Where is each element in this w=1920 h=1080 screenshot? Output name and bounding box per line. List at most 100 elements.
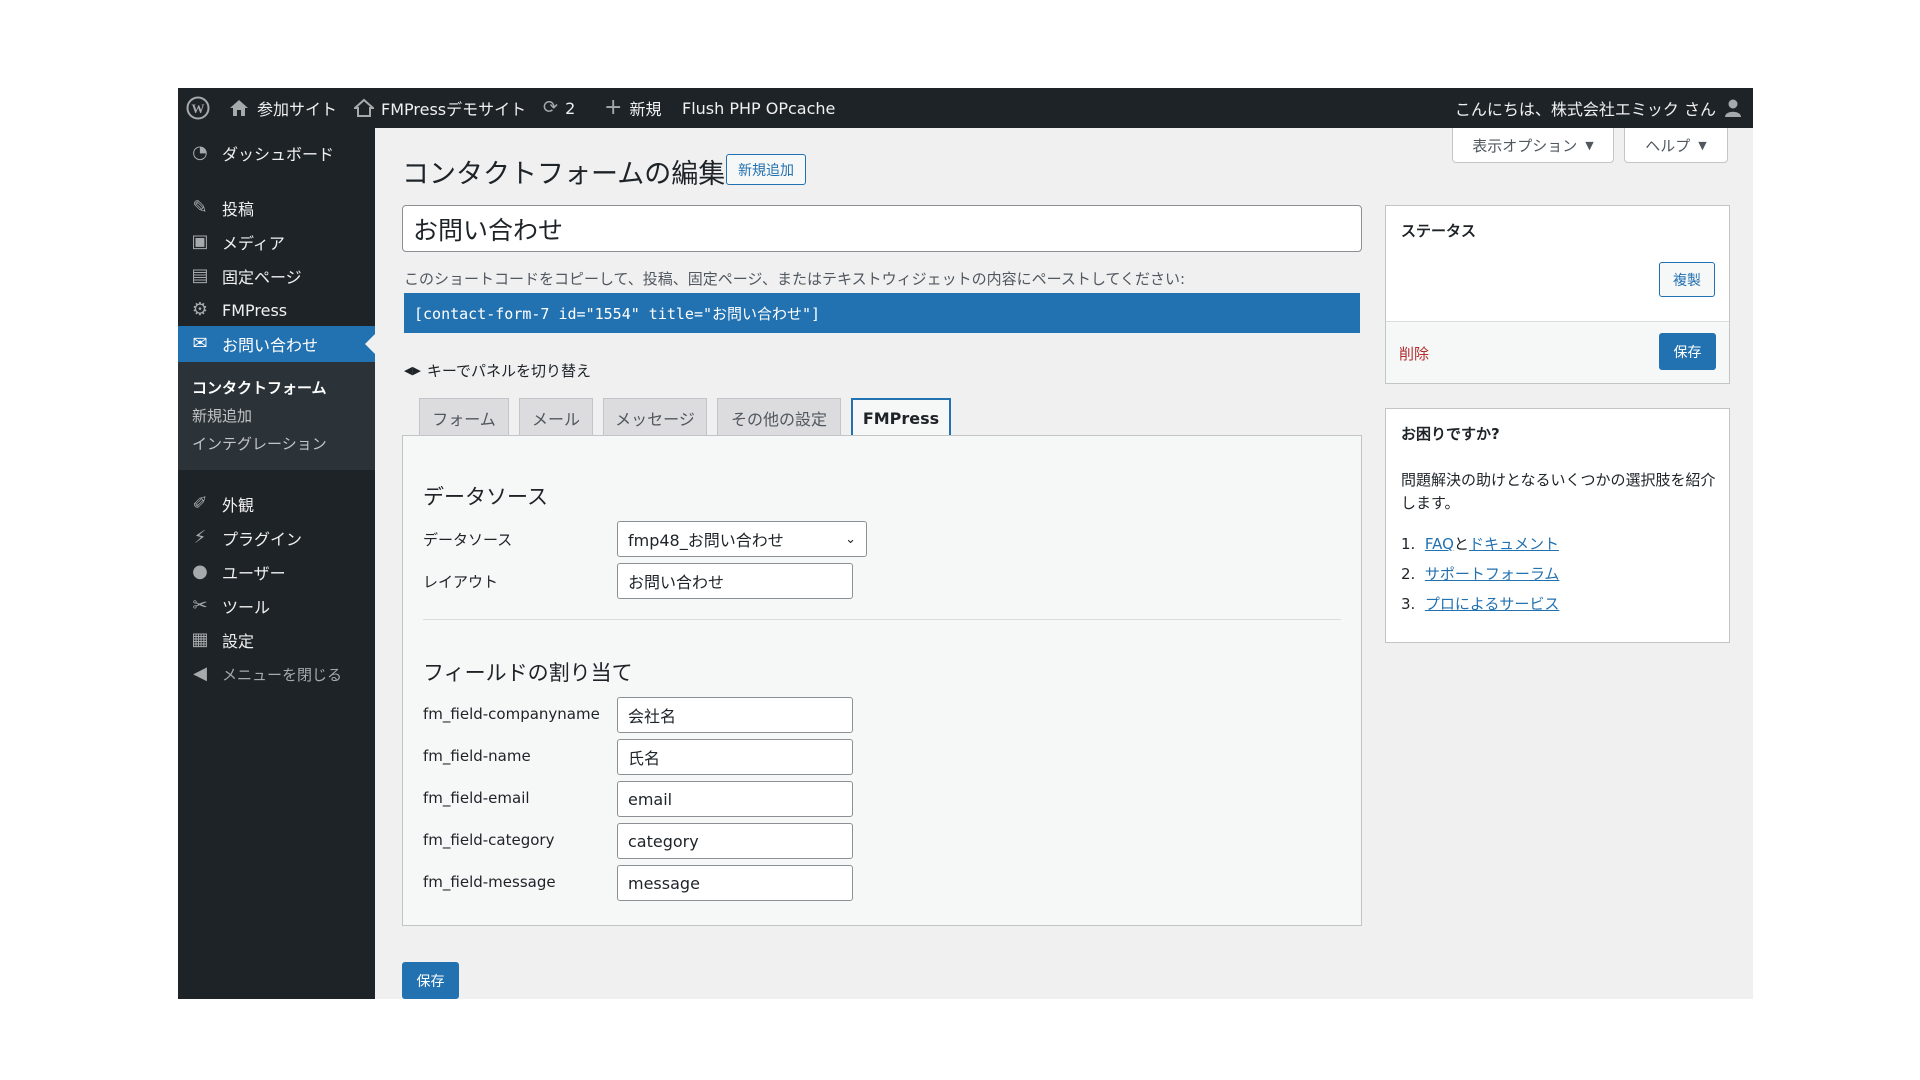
- fmpress-panel: データソース データソース fmp48_お問い合わせ ⌄ レイアウト お問い合わ…: [402, 435, 1362, 926]
- greeting-text: こんにちは、株式会社エミック さん: [1454, 100, 1716, 119]
- list-separator: と: [1453, 535, 1469, 553]
- submenu-contact-forms[interactable]: コンタクトフォーム: [192, 377, 327, 398]
- help-tab-label: ヘルプ: [1645, 136, 1691, 155]
- sidebar-item-dashboard[interactable]: ◔ ダッシュボード: [178, 135, 375, 171]
- tab-messages[interactable]: メッセージ: [603, 398, 707, 436]
- faq-link[interactable]: FAQ: [1425, 535, 1454, 553]
- settings-icon: ▦: [191, 629, 209, 650]
- site-name-menu[interactable]: FMPressデモサイト: [354, 88, 526, 128]
- delete-link[interactable]: 削除: [1399, 343, 1429, 364]
- sidebar-item-plugins[interactable]: ⚡ プラグイン: [178, 520, 375, 556]
- save-button[interactable]: 保存: [402, 962, 459, 999]
- collapse-label: メニューを閉じる: [222, 665, 343, 684]
- list-number: 2.: [1401, 565, 1416, 583]
- user-icon: ●: [192, 561, 208, 582]
- duplicate-button[interactable]: 複製: [1659, 262, 1715, 297]
- tab-fmpress[interactable]: FMPress: [851, 398, 951, 437]
- datasource-select[interactable]: fmp48_お問い合わせ ⌄: [617, 521, 867, 557]
- svg-text:W: W: [192, 101, 205, 116]
- form-title-input[interactable]: [402, 205, 1362, 252]
- collapse-icon: ◀: [193, 663, 207, 684]
- wp-admin-window: W 参加サイト FMPressデモサイト ⟳ 2 + 新規 Flush PHP …: [178, 88, 1753, 999]
- field-label-companyname: fm_field-companyname: [423, 705, 600, 723]
- submenu-add-new[interactable]: 新規追加: [192, 405, 252, 426]
- layout-label: レイアウト: [423, 573, 499, 591]
- field-value: 氏名: [628, 749, 661, 768]
- plugin-icon: ⚡: [193, 527, 207, 548]
- sidebar-item-label: ツール: [222, 598, 271, 617]
- status-actions: 削除 保存: [1386, 321, 1729, 383]
- collapse-menu-button[interactable]: ◀ メニューを閉じる: [178, 656, 375, 692]
- sidebar-item-media[interactable]: ▣ メディア: [178, 224, 375, 260]
- update-icon: ⟳: [543, 97, 559, 118]
- datasource-heading: データソース: [423, 485, 548, 509]
- new-content-menu[interactable]: + 新規: [604, 88, 661, 128]
- help-tab-button[interactable]: ヘルプ ▼: [1624, 128, 1728, 163]
- help-box: お困りですか? 問題解決の助けとなるいくつかの選択肢を紹介します。 1. FAQ…: [1385, 408, 1730, 643]
- status-title: ステータス: [1401, 222, 1477, 240]
- sidebar-item-label: 外観: [222, 496, 255, 515]
- docs-link[interactable]: ドキュメント: [1469, 535, 1559, 553]
- screen-options-button[interactable]: 表示オプション ▼: [1452, 128, 1614, 163]
- sidebar-item-appearance[interactable]: ✐ 外観: [178, 486, 375, 522]
- sidebar-item-contact[interactable]: ✉ お問い合わせ: [178, 326, 375, 362]
- help-title: お困りですか?: [1401, 425, 1500, 443]
- updates-menu[interactable]: ⟳ 2: [543, 88, 575, 128]
- page-title: コンタクトフォームの編集: [402, 159, 726, 190]
- my-sites-menu[interactable]: 参加サイト: [228, 88, 337, 128]
- field-value: 会社名: [628, 707, 677, 726]
- submenu-integration[interactable]: インテグレーション: [192, 433, 327, 454]
- status-box: ステータス 複製 削除 保存: [1385, 205, 1730, 384]
- category-field[interactable]: category: [617, 823, 853, 859]
- sidebar-item-users[interactable]: ● ユーザー: [178, 554, 375, 590]
- pro-services-link[interactable]: プロによるサービス: [1425, 595, 1560, 613]
- flush-opcache-button[interactable]: Flush PHP OPcache: [682, 88, 835, 128]
- sidebar-item-label: お問い合わせ: [222, 336, 319, 355]
- datasource-value: fmp48_お問い合わせ: [628, 531, 784, 550]
- list-number: 3.: [1401, 595, 1416, 613]
- avatar-icon: [1725, 99, 1741, 117]
- keyboard-tip-label: キーでパネルを切り替え: [426, 362, 592, 380]
- sidebar-item-label: 投稿: [222, 200, 255, 219]
- wordpress-logo-icon: W: [186, 96, 210, 120]
- brush-icon: ✐: [192, 493, 208, 514]
- sites-icon: [230, 100, 248, 116]
- field-label-name: fm_field-name: [423, 747, 531, 765]
- sidebar-item-settings[interactable]: ▦ 設定: [178, 622, 375, 658]
- arrow-keys-icon: ◀▶: [404, 364, 421, 377]
- sidebar-item-label: メディア: [222, 234, 285, 253]
- support-forum-link[interactable]: サポートフォーラム: [1425, 565, 1560, 583]
- sidebar-item-posts[interactable]: ✎ 投稿: [178, 190, 375, 226]
- field-value: email: [628, 789, 673, 809]
- flush-opcache-label: Flush PHP OPcache: [682, 98, 836, 118]
- help-description: 問題解決の助けとなるいくつかの選択肢を紹介します。: [1401, 471, 1716, 512]
- wordpress-logo-button[interactable]: W: [186, 88, 210, 128]
- add-new-button[interactable]: 新規追加: [726, 154, 806, 185]
- tab-form[interactable]: フォーム: [419, 398, 509, 436]
- tab-additional-settings[interactable]: その他の設定: [717, 398, 841, 436]
- account-menu[interactable]: こんにちは、株式会社エミック さん: [1455, 88, 1743, 128]
- screen-options-label: 表示オプション: [1472, 136, 1578, 155]
- field-label-message: fm_field-message: [423, 873, 556, 891]
- field-value: message: [628, 873, 700, 893]
- pin-icon: ✎: [192, 197, 208, 218]
- datasource-label: データソース: [423, 531, 513, 549]
- new-content-label: 新規: [629, 100, 662, 119]
- sidebar-item-label: 固定ページ: [222, 268, 302, 287]
- field-label-email: fm_field-email: [423, 789, 530, 807]
- tab-mail[interactable]: メール: [519, 398, 593, 436]
- shortcode-field[interactable]: [contact-form-7 id="1554" title="お問い合わせ"…: [404, 293, 1360, 333]
- dashboard-icon: ◔: [192, 142, 208, 163]
- sidebar-item-pages[interactable]: ▤ 固定ページ: [178, 258, 375, 294]
- sidebar-item-tools[interactable]: ✂ ツール: [178, 588, 375, 624]
- gear-icon: ⚙: [191, 299, 209, 320]
- layout-field[interactable]: お問い合わせ: [617, 563, 853, 599]
- list-number: 1.: [1401, 535, 1416, 553]
- email-field[interactable]: email: [617, 781, 853, 817]
- message-field[interactable]: message: [617, 865, 853, 901]
- sidebar-item-label: プラグイン: [222, 530, 303, 549]
- name-field[interactable]: 氏名: [617, 739, 853, 775]
- status-save-button[interactable]: 保存: [1659, 333, 1716, 370]
- companyname-field[interactable]: 会社名: [617, 697, 853, 733]
- sidebar-item-fmpress[interactable]: ⚙ FMPress: [178, 292, 375, 328]
